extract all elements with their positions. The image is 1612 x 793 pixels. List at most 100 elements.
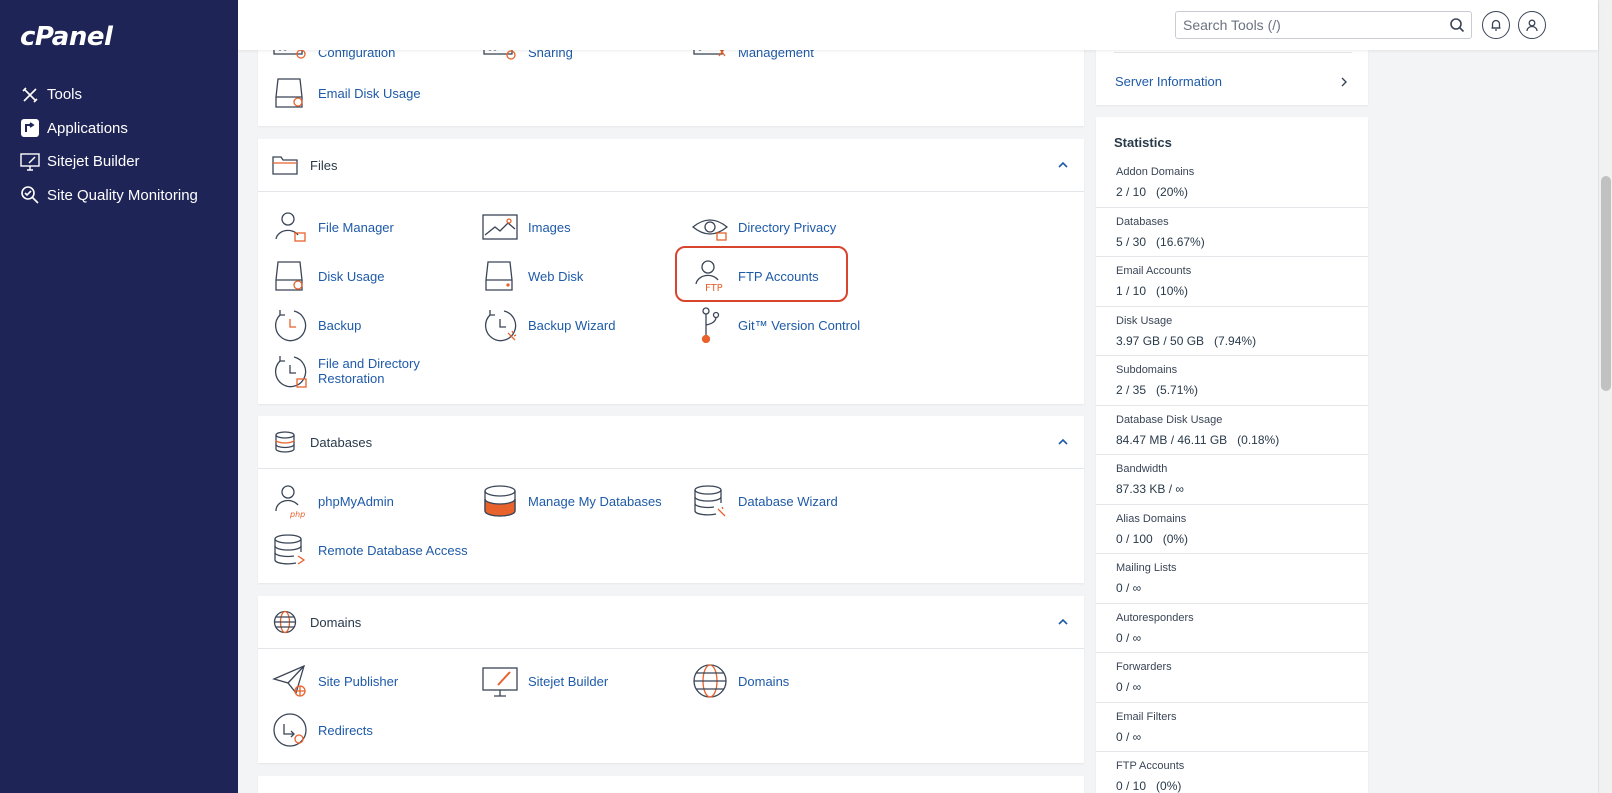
sidebar-item-label: Applications xyxy=(47,119,128,137)
git-version-control-item[interactable]: Git™ Version Control xyxy=(692,307,860,343)
stat-email-filters: Email Filters 0 / ∞ xyxy=(1096,703,1368,752)
ftp-accounts-item[interactable]: FTP FTP Accounts xyxy=(692,258,819,294)
web-disk-label: Web Disk xyxy=(528,268,584,284)
stat-value: 1 / 10 (10%) xyxy=(1116,284,1189,298)
scrollbar-thumb[interactable] xyxy=(1601,176,1611,391)
sidebar-item-site-quality-monitoring[interactable]: Site Quality Monitoring xyxy=(0,179,238,213)
disk-usage-icon xyxy=(272,258,308,294)
web-disk-item[interactable]: Web Disk xyxy=(482,258,583,294)
manage-my-databases-item[interactable]: Manage My Databases xyxy=(482,483,662,519)
databases-panel-header[interactable]: Databases xyxy=(258,416,1084,469)
backup-icon xyxy=(272,307,308,343)
manage-databases-icon xyxy=(482,483,518,519)
domains-title: Domains xyxy=(310,614,362,630)
notifications-button[interactable] xyxy=(1482,11,1510,39)
user-icon xyxy=(1525,18,1539,32)
chevron-up-icon[interactable] xyxy=(1056,615,1070,629)
directory-privacy-item[interactable]: Directory Privacy xyxy=(692,209,836,245)
ftp-accounts-label: FTP Accounts xyxy=(738,268,819,284)
chevron-up-icon[interactable] xyxy=(1056,435,1070,449)
sidebar: cPanel Tools Applications Sitejet Builde… xyxy=(0,0,238,793)
site-publisher-item[interactable]: Site Publisher xyxy=(272,663,398,699)
search-icon[interactable] xyxy=(1449,17,1465,33)
backup-item[interactable]: Backup xyxy=(272,307,361,343)
stat-value: 5 / 30 (16.67%) xyxy=(1116,234,1205,249)
phpmyadmin-icon: php xyxy=(272,483,308,519)
sitejet-builder-item[interactable]: Sitejet Builder xyxy=(482,663,608,699)
disk-usage-item[interactable]: Disk Usage xyxy=(272,258,384,294)
database-wizard-item[interactable]: Database Wizard xyxy=(692,483,838,519)
stat-value: 0 / 100 (0%) xyxy=(1116,531,1189,546)
page-scrollbar[interactable] xyxy=(1598,0,1612,793)
svg-text:php: php xyxy=(289,510,305,519)
tools-icon xyxy=(20,85,40,105)
domains-panel: Domains Site Publisher Sitejet Builder D… xyxy=(258,596,1084,763)
backup-label: Backup xyxy=(318,317,362,333)
file-directory-restoration-item[interactable]: File and Directory Restoration xyxy=(272,353,420,389)
stat-forwarders: Forwarders 0 / ∞ xyxy=(1096,653,1368,703)
applications-icon xyxy=(20,118,40,138)
images-item[interactable]: Images xyxy=(482,209,571,245)
stat-label: Mailing Lists xyxy=(1116,562,1177,574)
sidebar-item-tools[interactable]: Tools xyxy=(0,78,238,112)
stat-value: 0 / ∞ xyxy=(1116,729,1142,744)
sidebar-item-applications[interactable]: Applications xyxy=(0,112,238,146)
files-panel: Files File Manager Images Directory Priv… xyxy=(258,139,1084,404)
top-bar xyxy=(238,0,1598,50)
sidebar-nav: Tools Applications Sitejet Builder Site … xyxy=(0,78,238,212)
svg-text:FTP: FTP xyxy=(705,283,723,294)
sidebar-item-sitejet-builder[interactable]: Sitejet Builder xyxy=(0,145,238,179)
stat-database-disk-usage: Database Disk Usage 84.47 MB / 46.11 GB … xyxy=(1096,406,1368,455)
stat-label: Addon Domains xyxy=(1116,166,1195,178)
domains-item[interactable]: Domains xyxy=(692,663,789,699)
file-manager-item[interactable]: File Manager xyxy=(272,209,394,245)
directory-privacy-icon xyxy=(692,209,728,245)
stat-value: 0 / ∞ xyxy=(1116,581,1142,595)
stat-label: Database Disk Usage xyxy=(1116,413,1223,426)
next-panel xyxy=(258,776,1084,793)
cpanel-logo[interactable]: cPanel xyxy=(20,22,113,52)
sidebar-item-label: Sitejet Builder xyxy=(47,153,140,171)
domains-panel-header[interactable]: Domains xyxy=(258,596,1084,649)
backup-wizard-item[interactable]: Backup Wizard xyxy=(482,307,615,343)
search-input[interactable] xyxy=(1183,17,1445,33)
ftp-accounts-icon: FTP xyxy=(692,258,728,294)
restoration-icon xyxy=(272,353,308,389)
domains-icon xyxy=(692,663,728,699)
stat-label: Databases xyxy=(1116,215,1169,228)
stat-label: Subdomains xyxy=(1116,364,1178,376)
database-wizard-label: Database Wizard xyxy=(738,493,838,509)
git-icon xyxy=(692,307,728,343)
search-box xyxy=(1175,11,1472,39)
restoration-line1: File and Directory xyxy=(318,356,420,371)
database-wizard-icon xyxy=(692,483,728,519)
stat-label: Email Accounts xyxy=(1116,265,1192,277)
sidebar-item-label: Site Quality Monitoring xyxy=(47,186,198,204)
stat-label: Forwarders xyxy=(1116,661,1172,673)
email-disk-usage-label: Email Disk Usage xyxy=(318,85,421,101)
chevron-right-icon[interactable] xyxy=(1338,75,1350,87)
file-directory-restoration-label: File and Directory Restoration xyxy=(318,356,420,386)
server-information-link[interactable]: Server Information xyxy=(1115,74,1222,89)
site-publisher-label: Site Publisher xyxy=(318,673,399,689)
email-disk-usage-item[interactable]: Email Disk Usage xyxy=(272,75,421,111)
domains-label: Domains xyxy=(738,673,790,689)
phpmyadmin-label: phpMyAdmin xyxy=(318,493,394,509)
user-menu-button[interactable] xyxy=(1518,11,1546,39)
stat-value: 0 / 10 (0%) xyxy=(1116,779,1182,793)
chevron-up-icon[interactable] xyxy=(1056,158,1070,172)
stat-label: Disk Usage xyxy=(1116,314,1173,327)
databases-title: Databases xyxy=(310,434,373,450)
sitejet-builder-icon xyxy=(482,663,518,699)
backup-wizard-icon xyxy=(482,307,518,343)
remote-database-access-item[interactable]: Remote Database Access xyxy=(272,532,468,568)
phpmyadmin-item[interactable]: php phpMyAdmin xyxy=(272,483,394,519)
redirects-label: Redirects xyxy=(318,722,373,738)
stat-label: Bandwidth xyxy=(1116,463,1168,475)
files-panel-header[interactable]: Files xyxy=(258,139,1084,192)
redirects-item[interactable]: Redirects xyxy=(272,712,373,748)
email-disk-usage-icon xyxy=(272,75,308,111)
databases-panel: Databases php phpMyAdmin Manage My Datab… xyxy=(258,416,1084,583)
statistics-title: Statistics xyxy=(1114,135,1172,150)
restoration-line2: Restoration xyxy=(318,371,385,386)
